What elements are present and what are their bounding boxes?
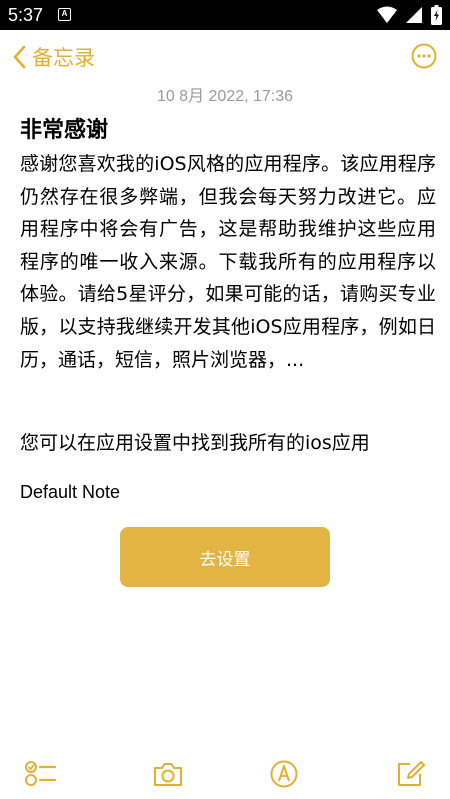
- more-button[interactable]: [411, 43, 437, 69]
- note-timestamp: 10 8月 2022, 17:36: [156, 88, 294, 105]
- status-icons: [377, 5, 442, 25]
- go-settings-button[interactable]: 去设置: [120, 527, 330, 587]
- compose-icon: [395, 760, 427, 788]
- note-body[interactable]: 感谢您喜欢我的iOS风格的应用程序。该应用程序仍然存在很多弊端，但我会每天努力改…: [20, 148, 436, 376]
- checklist-button[interactable]: [24, 760, 56, 788]
- more-horizontal-icon: [411, 43, 437, 69]
- notification-badge-icon: A: [58, 8, 71, 21]
- status-time: 5:37: [8, 5, 44, 25]
- wifi-icon: [377, 6, 397, 24]
- default-note-label: Default Note: [20, 482, 121, 502]
- chevron-left-icon: [12, 45, 26, 69]
- camera-button[interactable]: [152, 760, 184, 788]
- back-button[interactable]: 备忘录: [12, 42, 95, 72]
- signal-icon: [405, 6, 423, 24]
- nav-bar: 备忘录: [0, 30, 450, 80]
- markup-button[interactable]: [268, 760, 300, 788]
- checklist-icon: [24, 760, 56, 788]
- note-title[interactable]: 非常感谢: [20, 112, 108, 144]
- battery-icon: [431, 5, 442, 25]
- back-label: 备忘录: [32, 46, 95, 70]
- markup-icon: [268, 760, 300, 788]
- status-bar: 5:37 A: [0, 0, 450, 30]
- compose-button[interactable]: [395, 760, 427, 788]
- camera-icon: [152, 760, 184, 788]
- note-body-apps[interactable]: 您可以在应用设置中找到我所有的ios应用: [20, 427, 436, 459]
- bottom-toolbar: [0, 748, 450, 799]
